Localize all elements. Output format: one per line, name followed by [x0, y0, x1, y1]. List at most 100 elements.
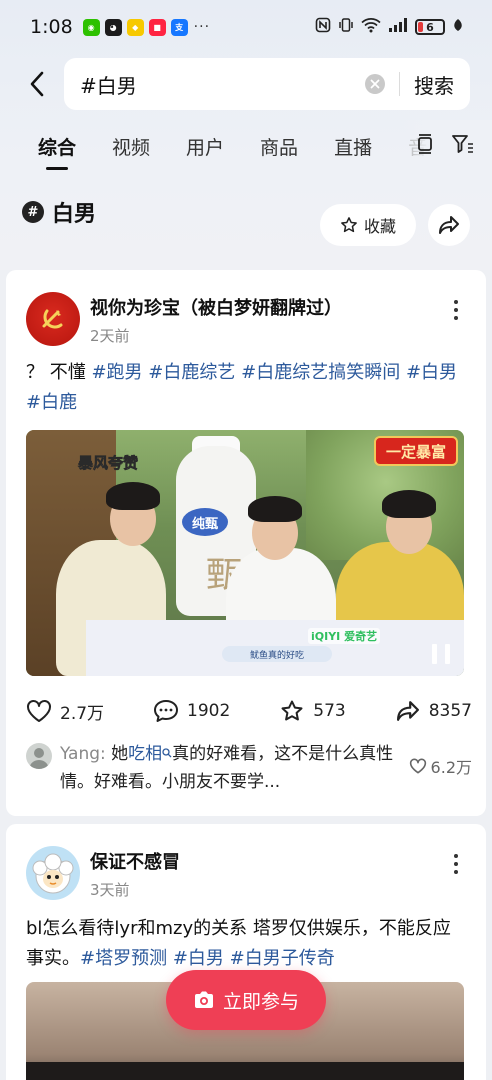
close-icon: [370, 79, 380, 89]
video-person: [382, 490, 436, 518]
back-button[interactable]: [18, 64, 56, 104]
topic-name: 白男: [52, 202, 97, 227]
share-icon: [439, 216, 459, 234]
post-card[interactable]: 视你为珍宝（被白梦妍翻牌过） 2天前 ？ 不懂 #跑男 #白鹿综艺 #白鹿综艺搞…: [6, 270, 486, 816]
search-icon[interactable]: [162, 747, 172, 759]
post-author[interactable]: 保证不感冒 3天前: [26, 846, 180, 900]
tab-users[interactable]: 用户: [186, 133, 224, 160]
hashtag-link[interactable]: #白男: [406, 362, 457, 383]
comment-like-button[interactable]: 6.2万: [409, 754, 472, 778]
category-tabs: 综合 视频 用户 商品 直播 音: [0, 120, 492, 172]
hashtag-link[interactable]: #白鹿: [26, 392, 77, 413]
comment-user[interactable]: Yang:: [60, 744, 106, 764]
video-caption: 暴风夸赞: [78, 454, 139, 473]
search-keyword-link[interactable]: 吃相: [128, 744, 162, 764]
hashtag-link[interactable]: #白鹿综艺: [148, 362, 235, 383]
battery-level: 6: [426, 20, 434, 34]
tab-tools: [402, 120, 492, 172]
tab-live[interactable]: 直播: [334, 133, 372, 160]
post-time: 2天前: [90, 327, 130, 345]
tab-all[interactable]: 综合: [38, 133, 76, 160]
search-divider: [399, 72, 400, 96]
status-time: 1:08: [30, 16, 73, 38]
more-options-button[interactable]: [446, 298, 466, 322]
more-options-button[interactable]: [446, 852, 466, 876]
share-icon: [396, 701, 419, 721]
post-text-body: ？ 不懂: [26, 362, 92, 383]
comment-avatar[interactable]: [26, 743, 52, 769]
heart-icon: [409, 758, 426, 774]
collect-button[interactable]: 收藏: [320, 204, 416, 246]
hashtag-link[interactable]: #白鹿综艺搞笑瞬间: [241, 362, 400, 383]
vibrate-icon: [338, 17, 354, 37]
layout-toggle-icon[interactable]: [416, 134, 434, 158]
filter-icon[interactable]: [452, 134, 474, 158]
video-badge: 一定暴富: [374, 436, 458, 466]
nfc-icon: [315, 17, 331, 37]
join-button[interactable]: 立即参与: [166, 970, 326, 1030]
like-button[interactable]: 2.7万: [26, 699, 104, 724]
chevron-left-icon: [30, 71, 44, 97]
join-label: 立即参与: [222, 990, 299, 1013]
tab-products[interactable]: 商品: [260, 133, 298, 160]
wifi-icon: [361, 17, 381, 37]
status-indicators: 6: [315, 17, 464, 37]
bottle-label: 纯甄: [182, 508, 228, 536]
avatar[interactable]: [26, 846, 80, 900]
comment-text-after: 真的好难看，这不是什么真性情。好难看。小朋友不要学...: [60, 744, 394, 792]
star-icon: [281, 700, 303, 721]
video-subtitle: 鱿鱼真的好吃: [222, 646, 332, 662]
comment-count: 1902: [187, 701, 231, 721]
search-input[interactable]: #白男 搜索: [64, 58, 470, 110]
heart-icon: [27, 700, 51, 722]
hashtag-icon: #: [22, 201, 44, 223]
star-icon: [341, 217, 357, 233]
status-bar: 1:08 ◉ ◕ ◆ ■ 支 ··· 6: [0, 0, 492, 54]
qq-icon: ◕: [104, 18, 122, 36]
hashtag-link[interactable]: #塔罗预测: [80, 948, 167, 969]
hashtag-link[interactable]: #跑男: [91, 362, 142, 383]
post-actions: 2.7万 1902 573 8357: [26, 696, 472, 726]
video-person: [248, 496, 302, 522]
search-header: #白男 搜索: [0, 58, 492, 110]
post-time: 3天前: [90, 881, 130, 899]
author-name[interactable]: 保证不感冒: [90, 848, 180, 874]
hashtag-link[interactable]: #白男: [173, 948, 224, 969]
video-player[interactable]: 纯甄 甄 暴风夸赞 一定暴富 鱿鱼真的好吃 iQIYI 爱奇艺: [26, 430, 464, 676]
share-post-button[interactable]: 8357: [395, 700, 472, 722]
hashtag-link[interactable]: #白男子传奇: [230, 948, 335, 969]
tab-video[interactable]: 视频: [112, 133, 150, 160]
comment-like-count: 6.2万: [430, 758, 472, 777]
comment-text: Yang: 她吃相 真的好难看，这不是什么真性情。好难看。小朋友不要学...: [60, 740, 420, 796]
favorite-button[interactable]: 573: [279, 699, 346, 723]
post-text: bl怎么看待lyr和mzy的关系 塔罗仅供娱乐，不能反应事实。#塔罗预测 #白男…: [26, 914, 462, 974]
clear-search-button[interactable]: [365, 74, 385, 94]
author-name[interactable]: 视你为珍宝（被白梦妍翻牌过）: [90, 294, 342, 320]
like-count: 2.7万: [60, 703, 105, 724]
post-author[interactable]: 视你为珍宝（被白梦妍翻牌过） 2天前: [26, 292, 342, 346]
search-query[interactable]: #白男: [80, 70, 365, 99]
avatar[interactable]: [26, 292, 80, 346]
app-yellow-icon: ◆: [126, 18, 144, 36]
pause-button[interactable]: [432, 644, 450, 664]
sheep-avatar-icon: [32, 853, 74, 894]
signal-icon: [388, 17, 408, 37]
party-emblem-icon: [42, 309, 63, 329]
top-comment[interactable]: Yang: 她吃相 真的好难看，这不是什么真性情。好难看。小朋友不要学... 6.…: [26, 740, 472, 796]
xiaohongshu-icon: ■: [148, 18, 166, 36]
battery-icon: 6: [415, 19, 445, 35]
search-button[interactable]: 搜索: [414, 70, 454, 99]
more-notifications-icon: ···: [193, 19, 211, 35]
comment-text-before: 她: [111, 744, 129, 764]
share-button[interactable]: [428, 204, 470, 246]
favorite-count: 573: [313, 701, 346, 721]
video-person: [106, 482, 160, 510]
wechat-icon: ◉: [82, 18, 100, 36]
post-card[interactable]: 保证不感冒 3天前 bl怎么看待lyr和mzy的关系 塔罗仅供娱乐，不能反应事实…: [6, 824, 486, 1080]
comment-button[interactable]: 1902: [153, 699, 230, 723]
collect-label: 收藏: [363, 217, 396, 236]
post-text: ？ 不懂 #跑男 #白鹿综艺 #白鹿综艺搞笑瞬间 #白男 #白鹿: [26, 358, 462, 418]
alipay-icon: 支: [170, 18, 188, 36]
status-app-icons: ◉ ◕ ◆ ■ 支: [82, 18, 188, 36]
camera-icon: [194, 991, 213, 1008]
